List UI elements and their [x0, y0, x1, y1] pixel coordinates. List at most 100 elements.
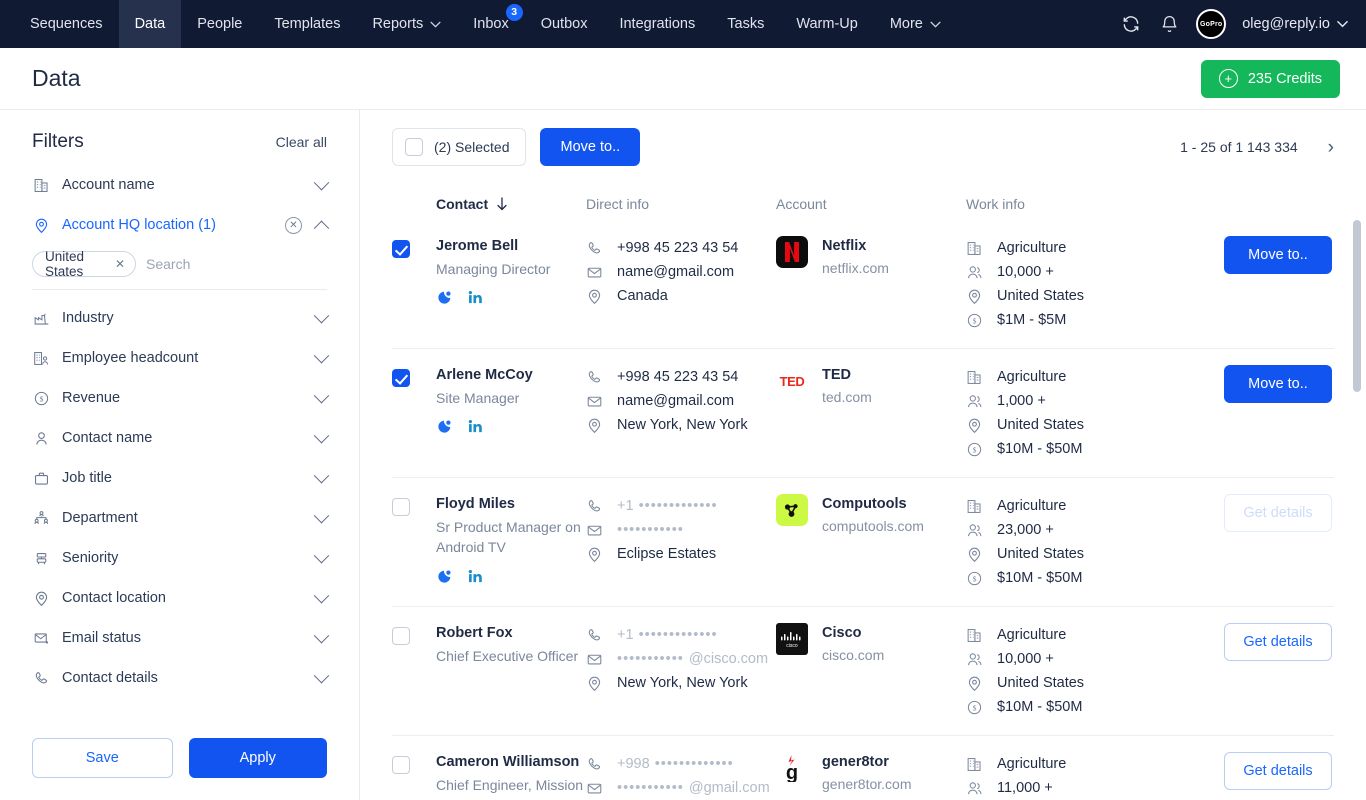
- table-row[interactable]: Floyd Miles Sr Product Manager on Androi…: [392, 477, 1334, 606]
- account-name[interactable]: TED: [822, 365, 872, 385]
- reply-icon[interactable]: [436, 418, 453, 435]
- chevron-down-icon[interactable]: [314, 347, 330, 363]
- filter-contact-details[interactable]: Contact details: [32, 658, 327, 698]
- direct-phone: +998 45 223 43 54: [586, 365, 776, 389]
- chevron-down-icon[interactable]: [314, 467, 330, 483]
- account-name[interactable]: gener8tor: [822, 752, 912, 772]
- work-hq: United States: [966, 671, 1161, 695]
- column-header-contact[interactable]: Contact: [392, 196, 586, 212]
- location-search-input[interactable]: [146, 256, 327, 272]
- chevron-down-icon[interactable]: [314, 667, 330, 683]
- chevron-up-icon[interactable]: [314, 220, 330, 236]
- scrollbar-thumb[interactable]: [1353, 220, 1361, 392]
- credits-button[interactable]: + 235 Credits: [1201, 60, 1340, 98]
- nav-item-tasks[interactable]: Tasks: [711, 0, 780, 48]
- linkedin-icon[interactable]: [467, 568, 484, 585]
- filter-contact-name[interactable]: Contact name: [32, 418, 327, 458]
- table-row[interactable]: Arlene McCoy Site Manager +998 45 223 43…: [392, 348, 1334, 477]
- contact-name[interactable]: Jerome Bell: [436, 236, 586, 257]
- pin-icon: [586, 288, 603, 305]
- account-website[interactable]: netflix.com: [822, 258, 889, 278]
- nav-item-reports[interactable]: Reports: [356, 0, 457, 48]
- contact-name[interactable]: Floyd Miles: [436, 494, 586, 515]
- nav-item-more[interactable]: More: [874, 0, 957, 48]
- apply-button[interactable]: Apply: [189, 738, 328, 778]
- nav-item-inbox[interactable]: Inbox3: [457, 0, 524, 48]
- filter-account-name[interactable]: Account name: [32, 165, 327, 205]
- row-checkbox[interactable]: [392, 498, 410, 516]
- row-checkbox[interactable]: [392, 627, 410, 645]
- chevron-down-icon[interactable]: [314, 547, 330, 563]
- selected-count-box[interactable]: (2) Selected: [392, 128, 526, 166]
- chevron-down-icon[interactable]: [314, 174, 330, 190]
- chevron-down-icon[interactable]: [314, 387, 330, 403]
- table-row[interactable]: Jerome Bell Managing Director +998 45 22…: [392, 220, 1334, 348]
- row-checkbox[interactable]: [392, 240, 410, 258]
- column-header-account[interactable]: Account: [776, 196, 966, 212]
- account-website[interactable]: ted.com: [822, 387, 872, 407]
- select-all-checkbox[interactable]: [405, 138, 423, 156]
- row-get-details-button[interactable]: Get details: [1224, 752, 1332, 790]
- nav-item-data[interactable]: Data: [119, 0, 182, 48]
- next-page-icon[interactable]: ›: [1328, 138, 1334, 157]
- row-checkbox[interactable]: [392, 756, 410, 774]
- clear-all-button[interactable]: Clear all: [276, 134, 327, 150]
- filter-tag[interactable]: United States✕: [32, 251, 136, 277]
- nav-item-outbox[interactable]: Outbox: [525, 0, 604, 48]
- save-button[interactable]: Save: [32, 738, 173, 778]
- vertical-scrollbar[interactable]: [1353, 220, 1361, 800]
- filter-email-status[interactable]: Email status: [32, 618, 327, 658]
- filter-account-hq-location-1[interactable]: Account HQ location (1)✕: [32, 205, 327, 245]
- reply-icon[interactable]: [436, 568, 453, 585]
- clear-filter-icon[interactable]: ✕: [285, 217, 302, 234]
- filter-industry[interactable]: Industry: [32, 298, 327, 338]
- pagination-range: 1 - 25 of 1 143 334: [1180, 139, 1298, 155]
- account-name[interactable]: Cisco: [822, 623, 884, 643]
- account-website[interactable]: computools.com: [822, 516, 924, 536]
- row-move-to-button[interactable]: Move to..: [1224, 365, 1332, 403]
- contact-name[interactable]: Cameron Williamson: [436, 752, 586, 773]
- direct-location: New York, New York: [586, 413, 776, 437]
- column-header-direct-info[interactable]: Direct info: [586, 196, 776, 212]
- account-website[interactable]: gener8tor.com: [822, 774, 912, 794]
- avatar[interactable]: GoPro: [1196, 9, 1226, 39]
- filter-employee-headcount[interactable]: Employee headcount: [32, 338, 327, 378]
- bell-icon[interactable]: [1158, 13, 1180, 35]
- linkedin-icon[interactable]: [467, 289, 484, 306]
- account-website[interactable]: cisco.com: [822, 645, 884, 665]
- filter-seniority[interactable]: Seniority: [32, 538, 327, 578]
- account-name[interactable]: Computools: [822, 494, 924, 514]
- nav-item-sequences[interactable]: Sequences: [14, 0, 119, 48]
- row-get-details-button[interactable]: Get details: [1224, 623, 1332, 661]
- sync-icon[interactable]: [1120, 13, 1142, 35]
- linkedin-icon[interactable]: [467, 418, 484, 435]
- nav-item-people[interactable]: People: [181, 0, 258, 48]
- filter-job-title[interactable]: Job title: [32, 458, 327, 498]
- nav-item-integrations[interactable]: Integrations: [603, 0, 711, 48]
- row-move-to-button[interactable]: Move to..: [1224, 236, 1332, 274]
- chevron-down-icon[interactable]: [314, 307, 330, 323]
- table-row[interactable]: Cameron Williamson Chief Engineer, Missi…: [392, 735, 1334, 800]
- nav-item-templates[interactable]: Templates: [258, 0, 356, 48]
- filter-contact-location[interactable]: Contact location: [32, 578, 327, 618]
- row-get-details-button[interactable]: Get details: [1224, 494, 1332, 532]
- nav-item-warm-up[interactable]: Warm-Up: [780, 0, 873, 48]
- table-row[interactable]: Robert Fox Chief Executive Officer +1 ••…: [392, 606, 1334, 735]
- contact-name[interactable]: Arlene McCoy: [436, 365, 586, 386]
- move-to-button[interactable]: Move to..: [540, 128, 640, 166]
- remove-tag-icon[interactable]: ✕: [115, 257, 125, 271]
- chevron-down-icon[interactable]: [314, 627, 330, 643]
- filter-revenue[interactable]: $Revenue: [32, 378, 327, 418]
- row-checkbox[interactable]: [392, 369, 410, 387]
- reply-icon[interactable]: [436, 289, 453, 306]
- user-menu[interactable]: oleg@reply.io: [1242, 16, 1348, 32]
- account-name[interactable]: Netflix: [822, 236, 889, 256]
- contact-name[interactable]: Robert Fox: [436, 623, 586, 644]
- nav-item-label: Reports: [372, 16, 423, 32]
- column-header-work-info[interactable]: Work info: [966, 196, 1334, 212]
- chevron-down-icon[interactable]: [314, 507, 330, 523]
- chevron-down-icon[interactable]: [314, 587, 330, 603]
- chevron-down-icon[interactable]: [314, 427, 330, 443]
- contact-cell: Floyd Miles Sr Product Manager on Androi…: [436, 494, 586, 590]
- filter-department[interactable]: Department: [32, 498, 327, 538]
